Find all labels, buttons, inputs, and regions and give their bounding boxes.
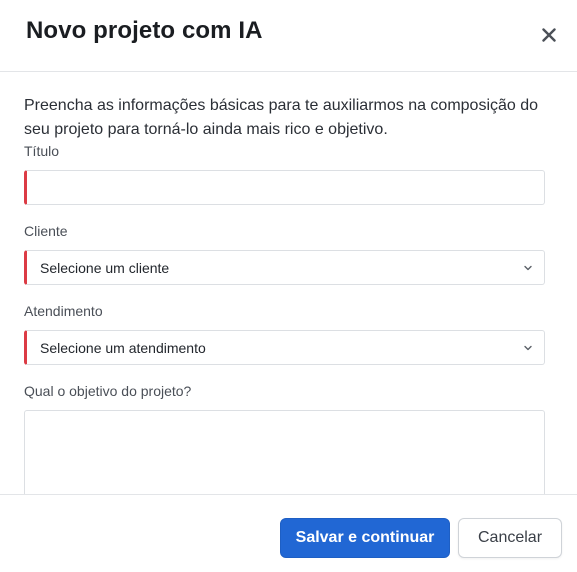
new-project-dialog: Novo projeto com IA Preencha as informaç… (0, 0, 577, 572)
save-continue-button[interactable]: Salvar e continuar (280, 518, 450, 558)
atendimento-label: Atendimento (24, 303, 103, 319)
titulo-field[interactable] (24, 170, 545, 205)
cliente-selected-value: Selecione um cliente (40, 260, 170, 276)
chevron-down-icon (524, 265, 532, 271)
objetivo-label: Qual o objetivo do projeto? (24, 383, 192, 399)
close-icon[interactable] (539, 25, 559, 45)
cliente-label: Cliente (24, 223, 68, 239)
dialog-body: Preencha as informações básicas para te … (0, 73, 577, 494)
titulo-input[interactable] (27, 171, 544, 204)
atendimento-select[interactable]: Selecione um atendimento (24, 330, 545, 365)
dialog-footer: Salvar e continuar Cancelar (0, 494, 577, 572)
cancel-button[interactable]: Cancelar (458, 518, 562, 558)
atendimento-selected-value: Selecione um atendimento (40, 340, 206, 356)
dialog-title: Novo projeto com IA (26, 17, 263, 44)
chevron-down-icon (524, 345, 532, 351)
dialog-header: Novo projeto com IA (0, 0, 577, 72)
intro-text: Preencha as informações básicas para te … (24, 97, 539, 138)
objetivo-textarea[interactable] (24, 410, 545, 494)
titulo-label: Título (24, 143, 60, 159)
cliente-select[interactable]: Selecione um cliente (24, 250, 545, 285)
